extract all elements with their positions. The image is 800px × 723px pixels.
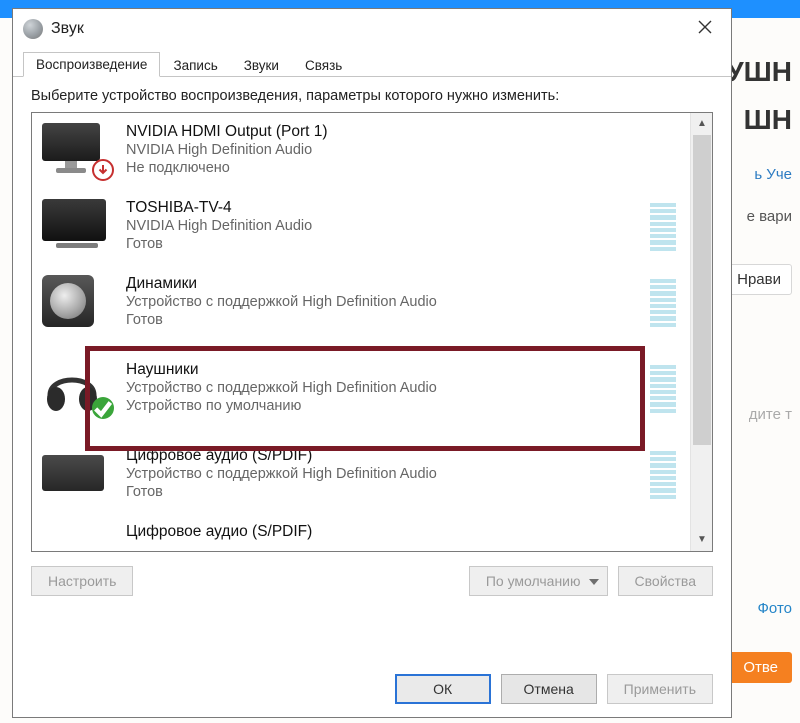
device-status: Не подключено bbox=[126, 159, 680, 177]
device-item[interactable]: NVIDIA HDMI Output (Port 1) NVIDIA High … bbox=[32, 113, 690, 189]
dialog-title: Звук bbox=[51, 20, 84, 38]
device-title: Наушники bbox=[126, 361, 636, 379]
device-driver: Устройство с поддержкой High Definition … bbox=[126, 293, 636, 311]
tv-icon bbox=[42, 199, 112, 255]
level-meter bbox=[650, 451, 676, 499]
device-item[interactable]: Наушники Устройство с поддержкой High De… bbox=[32, 341, 690, 437]
device-driver: Устройство с поддержкой High Definition … bbox=[126, 465, 636, 483]
device-status: Готов bbox=[126, 235, 636, 253]
list-viewport: NVIDIA HDMI Output (Port 1) NVIDIA High … bbox=[32, 113, 690, 551]
device-driver: Устройство с поддержкой High Definition … bbox=[126, 379, 636, 397]
default-device-overlay-icon bbox=[92, 397, 114, 419]
spdif-receiver-icon bbox=[42, 447, 112, 503]
apply-button[interactable]: Применить bbox=[607, 674, 713, 704]
device-item[interactable]: TOSHIBA-TV-4 NVIDIA High Definition Audi… bbox=[32, 189, 690, 265]
tab-playback[interactable]: Воспроизведение bbox=[23, 52, 160, 77]
titlebar: Звук bbox=[13, 9, 731, 49]
tab-communications[interactable]: Связь bbox=[292, 53, 355, 77]
device-item[interactable]: Динамики Устройство с поддержкой High De… bbox=[32, 265, 690, 341]
bg-like-button-fragment[interactable]: Нрави bbox=[726, 264, 792, 295]
monitor-icon bbox=[42, 123, 112, 179]
device-status: Устройство по умолчанию bbox=[126, 397, 636, 415]
sound-control-panel-icon bbox=[23, 19, 43, 39]
vertical-scrollbar[interactable]: ▲ ▼ bbox=[690, 113, 712, 551]
bg-heading-fragment-2: ШН bbox=[744, 104, 792, 136]
bg-heading-fragment-1: УШН bbox=[726, 56, 792, 88]
device-title: Цифровое аудио (S/PDIF) bbox=[126, 447, 636, 465]
bg-photo-link-fragment[interactable]: Фото bbox=[758, 600, 792, 617]
tab-sounds[interactable]: Звуки bbox=[231, 53, 292, 77]
device-item[interactable]: Цифровое аудио (S/PDIF) bbox=[32, 513, 690, 551]
ok-button[interactable]: ОК bbox=[395, 674, 491, 704]
instructions-text: Выберите устройство воспроизведения, пар… bbox=[31, 87, 651, 106]
close-icon bbox=[698, 20, 712, 34]
level-meter bbox=[650, 203, 676, 251]
device-title: TOSHIBA-TV-4 bbox=[126, 199, 636, 217]
bg-author-fragment: ь Уче bbox=[754, 166, 792, 183]
configure-button[interactable]: Настроить bbox=[31, 566, 133, 596]
device-driver: NVIDIA High Definition Audio bbox=[126, 217, 636, 235]
close-button[interactable] bbox=[679, 9, 731, 45]
bg-textarea-placeholder-fragment: дите т bbox=[749, 406, 792, 423]
spdif-receiver-icon bbox=[42, 523, 112, 551]
device-item[interactable]: Цифровое аудио (S/PDIF) Устройство с под… bbox=[32, 437, 690, 513]
listbox-button-row: Настроить По умолчанию Свойства bbox=[31, 566, 713, 596]
bg-choose-variant-fragment: е вари bbox=[747, 208, 792, 225]
bg-answer-button[interactable]: Отве bbox=[729, 652, 792, 683]
headphones-icon bbox=[42, 361, 112, 417]
unplugged-overlay-icon bbox=[92, 159, 114, 181]
device-title: NVIDIA HDMI Output (Port 1) bbox=[126, 123, 680, 141]
device-status: Готов bbox=[126, 483, 636, 501]
device-listbox: NVIDIA HDMI Output (Port 1) NVIDIA High … bbox=[31, 112, 713, 552]
scroll-down-button[interactable]: ▼ bbox=[691, 529, 713, 551]
device-title: Цифровое аудио (S/PDIF) bbox=[126, 523, 680, 541]
device-title: Динамики bbox=[126, 275, 636, 293]
sound-dialog: Звук Воспроизведение Запись Звуки Связь … bbox=[12, 8, 732, 718]
scroll-up-button[interactable]: ▲ bbox=[691, 113, 713, 135]
device-driver: NVIDIA High Definition Audio bbox=[126, 141, 680, 159]
tab-recording[interactable]: Запись bbox=[160, 53, 230, 77]
device-status: Готов bbox=[126, 311, 636, 329]
scroll-thumb[interactable] bbox=[693, 135, 711, 445]
tab-strip: Воспроизведение Запись Звуки Связь bbox=[13, 49, 731, 77]
cancel-button[interactable]: Отмена bbox=[501, 674, 597, 704]
properties-button[interactable]: Свойства bbox=[618, 566, 713, 596]
set-default-split-button[interactable]: По умолчанию bbox=[469, 566, 608, 596]
level-meter bbox=[650, 365, 676, 413]
level-meter bbox=[650, 279, 676, 327]
tab-content: Выберите устройство воспроизведения, пар… bbox=[13, 77, 731, 606]
speaker-icon bbox=[42, 275, 112, 331]
dialog-button-row: ОК Отмена Применить bbox=[13, 661, 731, 717]
